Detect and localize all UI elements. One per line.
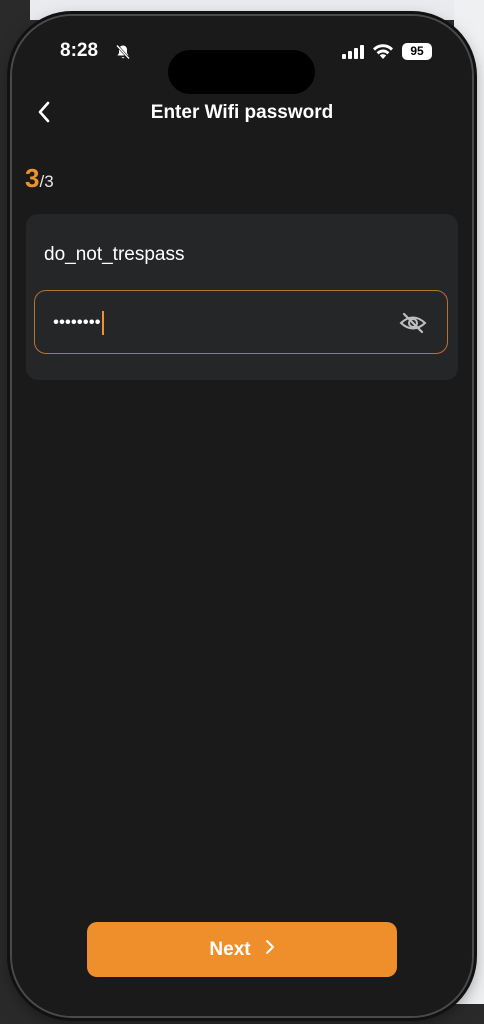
- app-screen: 8:28 95 Enter Wifi password 3/3 do_not_t…: [12, 16, 472, 1016]
- text-caret: [101, 311, 104, 335]
- next-button-label: Next: [209, 938, 251, 960]
- status-time: 8:28: [60, 40, 99, 61]
- dynamic-island: [168, 50, 315, 94]
- chevron-right-icon: [265, 939, 275, 960]
- wifi-icon: [372, 43, 394, 59]
- signal-icon: [342, 45, 364, 59]
- status-bar: 8:28 95: [12, 38, 472, 94]
- next-button[interactable]: Next: [87, 922, 397, 977]
- password-input[interactable]: ••••••••: [53, 311, 104, 335]
- bell-slash-icon: [115, 44, 131, 60]
- step-current: 3: [25, 163, 40, 193]
- password-value: ••••••••: [53, 312, 101, 332]
- step-indicator: 3/3: [25, 163, 54, 194]
- nav-bar: Enter Wifi password: [12, 96, 472, 132]
- battery-indicator: 95: [402, 43, 432, 60]
- step-total: /3: [39, 172, 54, 191]
- wifi-card: do_not_trespass ••••••••: [26, 214, 458, 380]
- network-name: do_not_trespass: [44, 244, 185, 265]
- password-field[interactable]: ••••••••: [34, 290, 448, 354]
- eye-slash-icon[interactable]: [399, 311, 427, 335]
- page-title: Enter Wifi password: [150, 102, 334, 123]
- phone-frame: 8:28 95 Enter Wifi password 3/3 do_not_t…: [12, 16, 472, 1016]
